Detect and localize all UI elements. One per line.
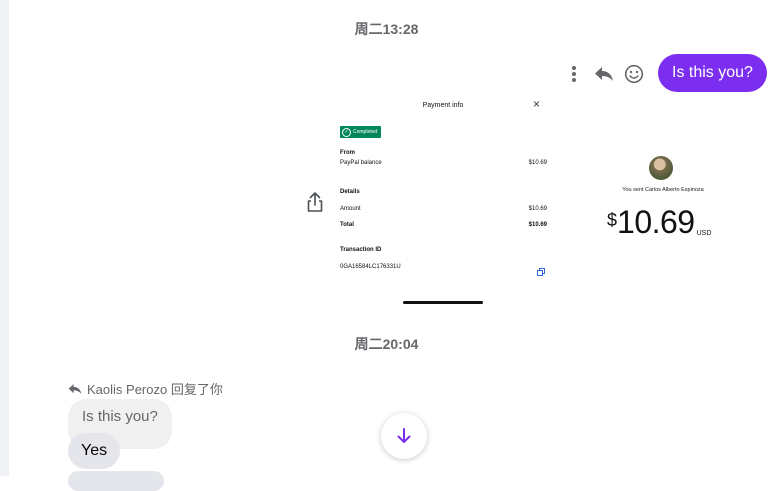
close-icon: × — [533, 97, 541, 111]
total-value: $10.69 — [528, 222, 547, 228]
scroll-to-bottom-button[interactable] — [381, 413, 427, 459]
home-indicator — [403, 301, 483, 304]
total-label: Total — [340, 222, 354, 228]
reply-context-text: Kaolis Perozo 回复了你 — [87, 382, 223, 397]
status-badge-label: Completed — [353, 129, 378, 135]
recipient-avatar — [649, 156, 673, 180]
amount-currency: USD — [696, 230, 712, 237]
message-actions — [562, 62, 646, 86]
timestamp: 周二20:04 — [354, 336, 419, 352]
from-source: PayPal balance — [340, 160, 382, 166]
arrow-down-icon — [397, 428, 411, 443]
incoming-message[interactable]: Yes — [68, 433, 121, 469]
from-amount: $10.69 — [528, 160, 547, 166]
timestamp: 周二13:28 — [354, 21, 419, 37]
amount-value: $10.69 — [528, 206, 547, 212]
left-panel-edge — [0, 0, 9, 476]
share-icon[interactable] — [305, 191, 325, 213]
big-amount: $ 10.69 USD — [607, 204, 711, 240]
sent-to-line: You sent Carlos Alberto Espinoza — [622, 187, 704, 193]
more-vertical-icon[interactable] — [562, 62, 586, 86]
copy-icon — [537, 263, 545, 276]
reply-icon[interactable] — [592, 62, 616, 86]
amount-number: 10.69 — [617, 204, 695, 240]
transaction-id-label: Transaction ID — [340, 247, 382, 253]
from-label: From — [340, 150, 355, 156]
details-label: Details — [340, 189, 360, 195]
payment-screenshot[interactable]: Payment info × ✓ Completed From PayPal ba… — [333, 92, 753, 312]
receipt-title: Payment info — [422, 102, 464, 109]
emoji-icon[interactable] — [622, 62, 646, 86]
transaction-id: 0GA16584LC176331U — [340, 264, 401, 270]
incoming-message[interactable] — [68, 471, 164, 491]
reply-icon — [68, 383, 82, 394]
reply-context: Kaolis Perozo 回复了你 — [68, 379, 223, 398]
amount-label: Amount — [340, 206, 361, 212]
status-badge: ✓ Completed — [340, 126, 382, 138]
amount-sign: $ — [607, 210, 618, 230]
outgoing-message[interactable]: Is this you? — [658, 54, 767, 92]
